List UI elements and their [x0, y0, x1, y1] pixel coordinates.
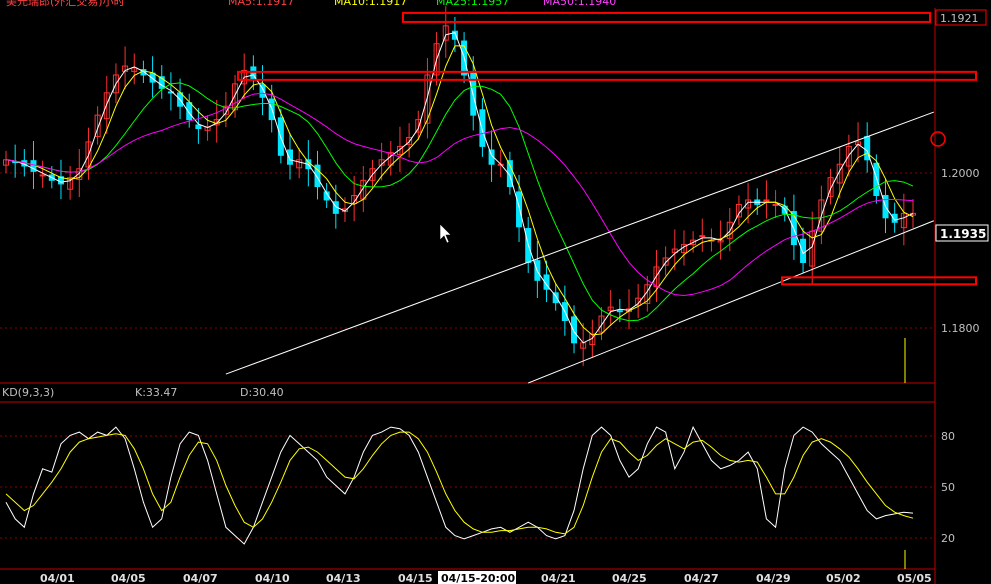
- chart-title: 美元瑞郎(外汇交易)小时: [6, 0, 125, 8]
- price-tick-label: 1.2000: [941, 167, 980, 180]
- candle-body: [571, 316, 578, 344]
- ma10-label: MA10:1.1917: [334, 0, 407, 8]
- kd-tick-label: 20: [941, 532, 955, 545]
- ma50-label: MA50:1.1940: [543, 0, 616, 8]
- candle-body: [479, 109, 486, 147]
- x-tick-label: 04/15: [398, 572, 433, 584]
- x-tick-label: 04/01: [40, 572, 75, 584]
- candle-body: [516, 191, 523, 228]
- price-tick-label: 1.1800: [941, 322, 980, 335]
- x-tick-label: 04/25: [612, 572, 647, 584]
- x-tick-label: 04/07: [183, 572, 218, 584]
- x-tick-label: 04/13: [326, 572, 361, 584]
- cursor-time-label: 04/15-20:00: [441, 572, 516, 584]
- x-tick-label: 04/21: [541, 572, 576, 584]
- x-tick-label: 04/29: [756, 572, 791, 584]
- x-tick-label: 05/02: [826, 572, 861, 584]
- candle-body: [195, 124, 202, 130]
- candle-body: [39, 174, 46, 177]
- current-price-label: 1.1935: [940, 227, 986, 241]
- k-value-label: K:33.47: [135, 386, 177, 399]
- candle-body: [800, 238, 807, 263]
- ma25-label: MA25:1.1957: [436, 0, 509, 8]
- kd-tick-label: 80: [941, 430, 955, 443]
- candle-body: [772, 203, 779, 206]
- forex-chart: 美元瑞郎(外汇交易)小时 MA5:1.1917 MA10:1.1917 MA25…: [0, 0, 991, 584]
- candle-body: [616, 310, 623, 313]
- x-tick-label: 04/27: [684, 572, 719, 584]
- x-tick-label: 05/05: [897, 572, 932, 584]
- candle-body: [699, 235, 706, 238]
- chart-background: [0, 0, 991, 584]
- candle-body: [763, 199, 770, 202]
- candle-body: [287, 149, 294, 165]
- kd-tick-label: 50: [941, 481, 955, 494]
- candle-body: [873, 162, 880, 197]
- kd-indicator-label: KD(9,3,3): [2, 386, 54, 399]
- x-tick-label: 04/05: [111, 572, 146, 584]
- top-price-label: 1.1921: [940, 12, 979, 25]
- d-value-label: D:30.40: [240, 386, 284, 399]
- ma5-label: MA5:1.1917: [228, 0, 294, 8]
- x-tick-label: 04/10: [255, 572, 290, 584]
